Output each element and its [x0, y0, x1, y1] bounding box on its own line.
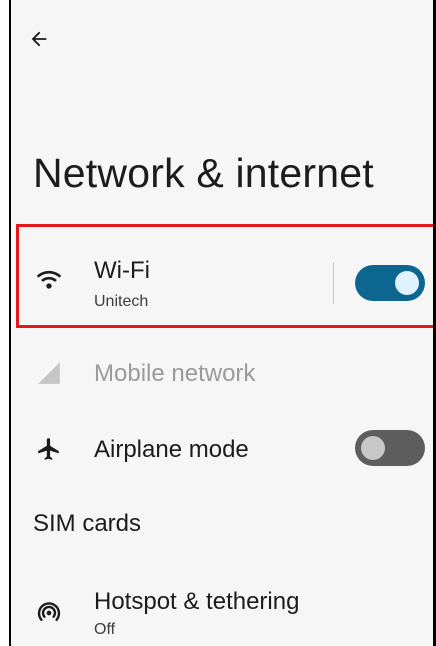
wifi-toggle[interactable] [355, 265, 425, 301]
settings-screen: Network & internet Wi-Fi Unitech Mobile … [10, 0, 436, 646]
airplane-icon [32, 432, 66, 466]
hotspot-subtitle: Off [94, 621, 116, 638]
signal-icon [32, 356, 66, 390]
toggle-knob [395, 271, 419, 295]
sim-cards-item[interactable]: SIM cards [33, 510, 141, 538]
hotspot-row[interactable]: Hotspot & tethering Off [10, 575, 436, 646]
wifi-icon [32, 262, 66, 296]
toggle-knob [361, 436, 385, 460]
page-title: Network & internet [33, 150, 374, 196]
hotspot-icon [32, 596, 66, 630]
hotspot-title: Hotspot & tethering [94, 588, 300, 615]
mobile-network-row[interactable]: Mobile network [10, 345, 436, 401]
mobile-network-title: Mobile network [94, 360, 256, 387]
wifi-title: Wi-Fi [94, 257, 150, 284]
back-button[interactable] [24, 26, 54, 56]
arrow-back-icon [28, 28, 50, 55]
frame-border-left [9, 0, 11, 646]
vertical-divider [333, 262, 334, 304]
airplane-mode-title: Airplane mode [94, 436, 249, 463]
airplane-mode-toggle[interactable] [355, 430, 425, 466]
wifi-subtitle: Unitech [94, 293, 149, 310]
